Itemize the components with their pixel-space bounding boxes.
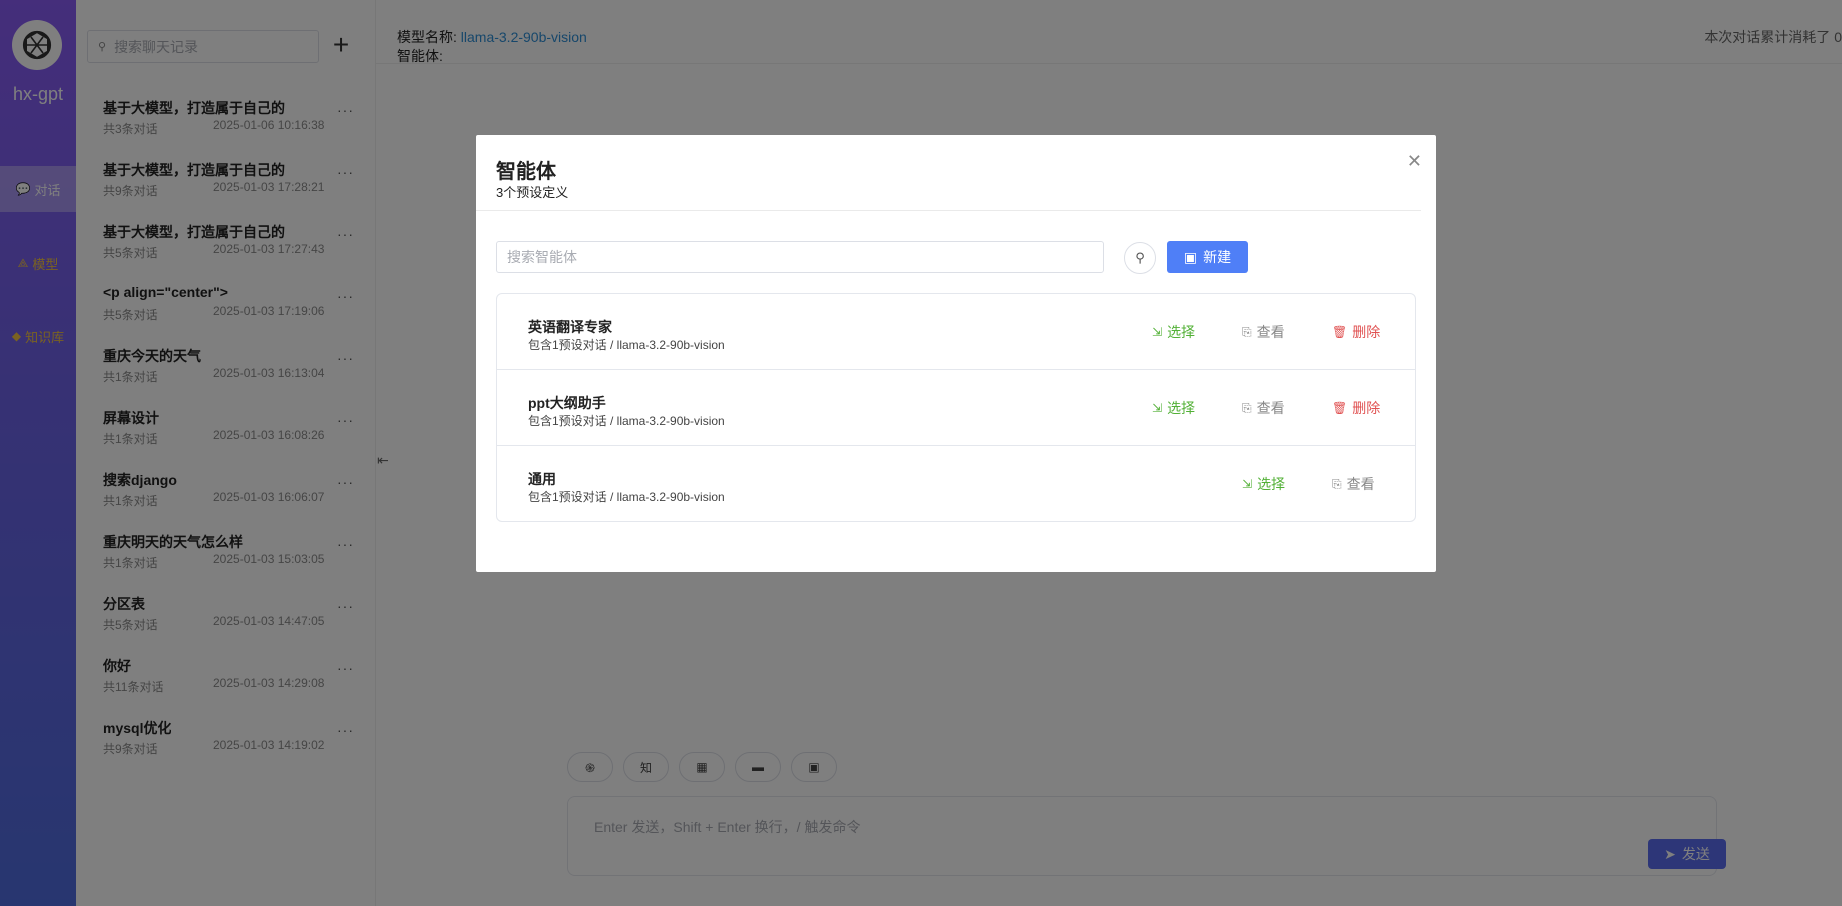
search-button[interactable]: ⚲ [1124,242,1156,274]
agent-search-placeholder: 搜索智能体 [507,249,577,265]
view-icon: ⎘ [1242,400,1252,415]
close-icon[interactable]: ✕ [1407,151,1422,172]
view-icon: ⎘ [1242,324,1252,339]
dialog-title: 智能体 [496,161,556,183]
view-agent-button[interactable]: ⎘ 查看 [1332,474,1375,494]
select-icon: ⇲ [1242,477,1253,491]
agent-row: 通用包含1预设对话 / llama-3.2-90b-vision ⇲ 选择 ⎘ 查看 [497,446,1415,522]
delete-label: 删除 [1352,324,1381,340]
select-label: 选择 [1167,324,1196,340]
trash-icon: 🗑 [1332,401,1348,415]
calendar-plus-icon: ▣ [1183,248,1198,265]
agent-dialog: 智能体 3个预设定义 ✕ 搜索智能体 ⚲ ▣ 新建 英语翻译专家包含1预设对话 … [476,135,1436,572]
delete-label: 删除 [1352,400,1381,416]
new-agent-button[interactable]: ▣ 新建 [1167,241,1248,273]
agent-search-input[interactable]: 搜索智能体 [496,241,1104,273]
view-agent-button[interactable]: ⎘ 查看 [1242,398,1285,418]
agent-name: 英语翻译专家 [528,319,612,335]
select-icon: ⇲ [1152,401,1163,415]
agent-name: 通用 [528,471,556,487]
trash-icon: 🗑 [1332,325,1348,339]
agent-list: 英语翻译专家包含1预设对话 / llama-3.2-90b-vision ⇲ 选择 ⎘… [496,293,1416,522]
select-agent-button[interactable]: ⇲ 选择 [1242,474,1285,494]
select-agent-button[interactable]: ⇲ 选择 [1152,322,1195,342]
agent-row: 英语翻译专家包含1预设对话 / llama-3.2-90b-vision ⇲ 选择 ⎘… [497,294,1415,370]
search-icon: ⚲ [1135,250,1145,265]
select-icon: ⇲ [1152,325,1163,339]
view-label: 查看 [1256,400,1285,416]
agent-description: 包含1预设对话 / llama-3.2-90b-vision [528,338,725,352]
view-agent-button[interactable]: ⎘ 查看 [1242,322,1285,342]
view-label: 查看 [1346,476,1375,492]
dialog-divider [476,210,1421,211]
delete-agent-button[interactable]: 🗑 删除 [1332,398,1380,418]
select-agent-button[interactable]: ⇲ 选择 [1152,398,1195,418]
agent-row: ppt大纲助手包含1预设对话 / llama-3.2-90b-vision ⇲ 选择… [497,370,1415,446]
view-label: 查看 [1256,324,1285,340]
dialog-subtitle: 3个预设定义 [496,185,569,200]
agent-name: ppt大纲助手 [528,395,606,411]
select-label: 选择 [1257,476,1286,492]
view-icon: ⎘ [1332,476,1342,491]
agent-description: 包含1预设对话 / llama-3.2-90b-vision [528,490,725,504]
agent-description: 包含1预设对话 / llama-3.2-90b-vision [528,414,725,428]
delete-agent-button[interactable]: 🗑 删除 [1332,322,1380,342]
new-agent-label: 新建 [1203,249,1232,265]
select-label: 选择 [1167,400,1196,416]
